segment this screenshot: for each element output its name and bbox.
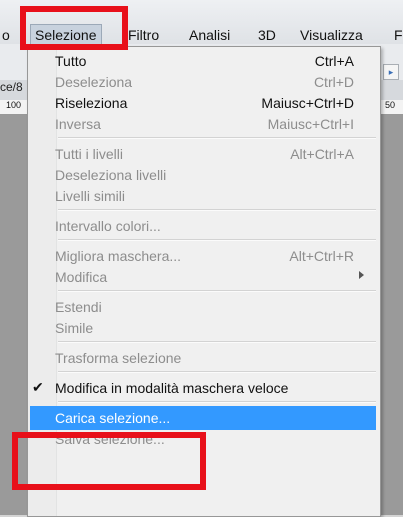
menu-item-label: Livelli simili <box>55 188 126 204</box>
ruler-tick-right: 50 <box>385 100 396 110</box>
menu-item-label: Estendi <box>55 299 102 315</box>
menu-separator <box>58 209 376 211</box>
menu-bar: o Selezione Filtro Analisi 3D Visualizza… <box>0 0 403 46</box>
menu-item-label: Carica selezione... <box>55 410 171 426</box>
menu-item-label: Intervallo colori... <box>55 218 161 234</box>
options-dropdown-arrow-icon[interactable]: ▸ <box>383 64 399 80</box>
menu-item-modifica[interactable]: Modifica <box>30 265 376 289</box>
menu-item-label: Simile <box>55 320 94 336</box>
menu-3d[interactable]: 3D <box>258 26 276 44</box>
menu-selezione[interactable]: Selezione <box>30 24 102 46</box>
menu-item-modifica-in-modalita-maschera-veloce[interactable]: ✔ Modifica in modalità maschera veloce <box>30 376 376 400</box>
menu-item-label: Riseleziona <box>55 95 128 111</box>
menu-filtro[interactable]: Filtro <box>128 26 159 44</box>
menu-item-label: Modifica <box>55 269 108 285</box>
menu-separator <box>58 371 376 373</box>
menu-item-livelli-simili[interactable]: Livelli simili <box>30 184 376 208</box>
submenu-arrow-icon <box>359 271 364 279</box>
menu-file-fragment[interactable]: o <box>2 26 10 44</box>
menu-item-label: Migliora maschera... <box>55 248 182 264</box>
menu-f-fragment[interactable]: F <box>394 26 403 44</box>
menu-item-label: Deseleziona livelli <box>55 167 167 183</box>
menu-item-label: Deseleziona <box>55 74 133 90</box>
menu-item-label: Tutti i livelli <box>55 146 123 162</box>
menu-separator <box>58 401 376 403</box>
ruler-tick-left: 100 <box>6 100 22 110</box>
menu-item-label: Trasforma selezione <box>55 350 182 366</box>
menu-analisi[interactable]: Analisi <box>189 26 230 44</box>
menu-item-simile[interactable]: Simile <box>30 316 376 340</box>
menu-item-trasforma-selezione[interactable]: Trasforma selezione <box>30 346 376 370</box>
checkmark-icon: ✔ <box>32 379 44 395</box>
menu-item-shortcut: Maiusc+Ctrl+I <box>267 116 354 132</box>
menu-separator <box>58 137 376 139</box>
menu-item-shortcut: Alt+Ctrl+A <box>290 146 354 162</box>
menu-item-shortcut: Alt+Ctrl+R <box>289 248 354 264</box>
menu-separator <box>58 239 376 241</box>
menu-item-label: Modifica in modalità maschera veloce <box>55 380 289 396</box>
menu-item-salva-selezione[interactable]: Salva selezione... <box>30 427 376 451</box>
menu-item-label: Inversa <box>55 116 101 132</box>
menu-item-shortcut: Ctrl+A <box>314 53 354 69</box>
menu-item-shortcut: Maiusc+Ctrl+D <box>261 95 354 111</box>
menu-item-inversa[interactable]: Inversa Maiusc+Ctrl+I <box>30 112 376 136</box>
menu-item-intervallo-colori[interactable]: Intervallo colori... <box>30 214 376 238</box>
menu-visualizza[interactable]: Visualizza <box>300 26 363 44</box>
document-tab-label: ce/8 <box>0 80 23 94</box>
menu-item-shortcut: Ctrl+D <box>313 74 354 90</box>
menu-item-label: Salva selezione... <box>55 431 165 447</box>
menu-separator <box>58 341 376 343</box>
menu-separator <box>58 290 376 292</box>
menu-item-label: Tutto <box>55 53 87 69</box>
selezione-dropdown-menu: Tutto Ctrl+A Deseleziona Ctrl+D Riseleziona M… <box>27 46 381 517</box>
